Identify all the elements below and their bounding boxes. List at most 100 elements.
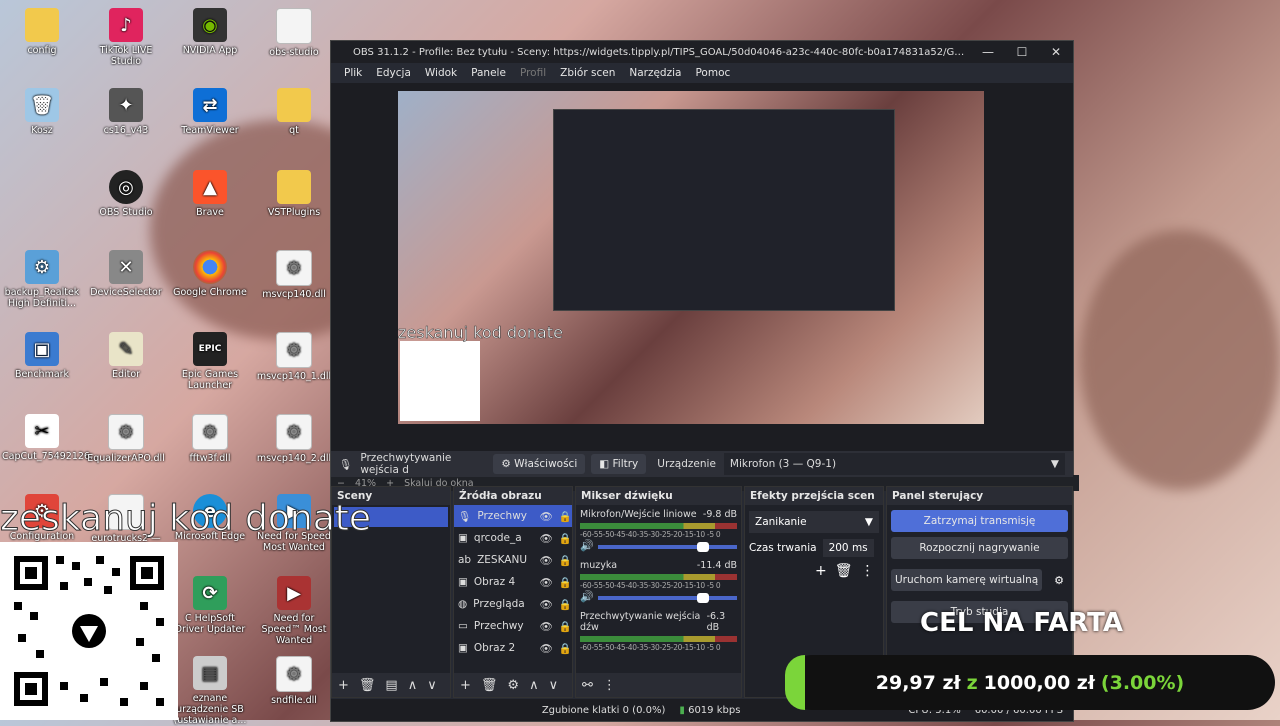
menu-file[interactable]: Plik xyxy=(337,67,369,79)
desktop-icon-teamviewer[interactable]: ⇄ TeamViewer xyxy=(170,88,250,136)
volume-slider[interactable] xyxy=(597,593,737,603)
gear-icon[interactable]: ⚙ xyxy=(507,678,519,693)
desktop-icon-recycle-bin[interactable]: 🗑 Kosz xyxy=(2,88,82,136)
close-icon[interactable]: ✕ xyxy=(1039,45,1073,59)
desktop-icon-editor[interactable]: ✎ Editor xyxy=(86,332,166,380)
microphone-icon: 🎙 xyxy=(339,458,353,471)
dll-file-icon: ⚙ xyxy=(276,332,312,368)
desktop-icon-equalizerapo[interactable]: ⚙ EqualizerAPO.dll xyxy=(86,414,166,464)
desktop-icon-cs16[interactable]: ✦ cs16_v43 xyxy=(86,88,166,136)
chevron-up-icon[interactable]: ∧ xyxy=(529,678,539,693)
source-item[interactable]: ▭ Przechwy 👁 🔒 xyxy=(454,615,572,637)
link-icon[interactable]: ⚯ xyxy=(582,678,593,693)
menu-docks[interactable]: Panele xyxy=(464,67,513,79)
desktop-icon-msvcp140-2[interactable]: ⚙ msvcp140_2.dll xyxy=(254,414,334,464)
transition-select[interactable]: Zanikanie ▼ xyxy=(749,511,879,533)
lock-icon[interactable]: 🔒 xyxy=(559,510,572,523)
menu-tools[interactable]: Narzędzia xyxy=(622,67,688,79)
dll-file-icon: ⚙ xyxy=(192,414,228,450)
chevron-up-icon[interactable]: ∧ xyxy=(408,678,418,693)
desktop-icon-msvcp140[interactable]: ⚙ msvcp140.dll xyxy=(254,250,334,300)
lock-icon[interactable]: 🔒 xyxy=(559,576,572,589)
desktop-icon-vstplugins[interactable]: VSTPlugins xyxy=(254,170,334,218)
preview-area[interactable]: zeskanuj kod donate − 41% + Skaluj do ok… xyxy=(331,83,1079,491)
maximize-icon[interactable]: ☐ xyxy=(1005,45,1039,59)
desktop-icon-fftw3f[interactable]: ⚙ fftw3f.dll xyxy=(170,414,250,464)
lock-icon[interactable]: 🔒 xyxy=(559,554,572,567)
menu-help[interactable]: Pomoc xyxy=(688,67,737,79)
desktop-icon-epic[interactable]: EPIC Epic Games Launcher xyxy=(170,332,250,391)
device-select[interactable]: Mikrofon (3 — Q9-1) ▼ xyxy=(723,453,1065,475)
trash-icon[interactable]: 🗑 xyxy=(481,678,498,693)
minimize-icon[interactable]: — xyxy=(971,45,1005,59)
add-icon[interactable]: + xyxy=(460,678,471,693)
source-item[interactable]: ▣ Obraz 2 👁 🔒 xyxy=(454,637,572,659)
speaker-icon[interactable]: 🔊 xyxy=(580,590,594,603)
lock-icon[interactable]: 🔒 xyxy=(559,620,572,633)
desktop-icon-benchmark[interactable]: ▣ Benchmark xyxy=(2,332,82,380)
source-item[interactable]: ▣ qrcode_a 👁 🔒 xyxy=(454,527,572,549)
desktop-icon-msvcp140-1[interactable]: ⚙ msvcp140_1.dll xyxy=(254,332,334,382)
desktop-icon-config[interactable]: config xyxy=(2,8,82,56)
properties-button[interactable]: ⚙ Właściwości xyxy=(493,454,586,474)
speaker-icon[interactable]: 🔊 xyxy=(580,539,594,552)
lock-icon[interactable]: 🔒 xyxy=(559,598,572,611)
source-item[interactable]: ◍ Przeglądа 👁 🔒 xyxy=(454,593,572,615)
desktop-icon-nvidia[interactable]: ◉ NVIDIA App xyxy=(170,8,250,56)
menu-edit[interactable]: Edycja xyxy=(369,67,418,79)
lock-icon[interactable]: 🔒 xyxy=(559,532,572,545)
stop-streaming-button[interactable]: Zatrzymaj transmisję xyxy=(891,510,1068,532)
desktop-icon-tiktok[interactable]: ♪ TikTok LIVE Studio xyxy=(86,8,166,67)
desktop-icon-qt[interactable]: qt xyxy=(254,88,334,136)
desktop-icon-brave[interactable]: ▲ Brave xyxy=(170,170,250,218)
desktop-icon-deviceselector[interactable]: ✕ DeviceSelector xyxy=(86,250,166,298)
eye-icon[interactable]: 👁 xyxy=(540,598,553,611)
scenes-toolbar: + 🗑 ▤ ∧ ∨ xyxy=(332,673,450,697)
filter-icon[interactable]: ▤ xyxy=(385,678,397,693)
eye-icon[interactable]: 👁 xyxy=(540,532,553,545)
eye-icon[interactable]: 👁 xyxy=(540,510,553,523)
desktop-icon-helpsoft[interactable]: ⟳ C HelpSoft Driver Updater xyxy=(170,576,250,635)
goal-current: 29,97 zł xyxy=(875,671,961,694)
trash-icon[interactable]: 🗑 xyxy=(835,563,853,579)
menu-scene-collection[interactable]: Zbiór scen xyxy=(553,67,622,79)
desktop-icon-backup-realtek[interactable]: ⚙ backup_Realtek High Definiti... xyxy=(2,250,82,309)
mixer-toolbar: ⚯ ⋮ xyxy=(576,673,741,697)
desktop-icon-sndfile[interactable]: ⚙ sndfile.dll xyxy=(254,656,334,706)
source-item[interactable]: ▣ Obraz 4 👁 🔒 xyxy=(454,571,572,593)
chrome-icon xyxy=(193,250,227,284)
desktop-icon-capcut[interactable]: ✂ CapCut_75492126... xyxy=(2,414,99,462)
add-icon[interactable]: + xyxy=(338,678,349,693)
source-item[interactable]: ab ZESKANU 👁 🔒 xyxy=(454,549,572,571)
chevron-down-icon[interactable]: ∨ xyxy=(549,678,559,693)
eye-icon[interactable]: 👁 xyxy=(540,620,553,633)
volume-meter xyxy=(580,636,737,642)
filters-button[interactable]: ◧ Filtry xyxy=(591,454,647,474)
eye-icon[interactable]: 👁 xyxy=(540,554,553,567)
chevron-down-icon[interactable]: ∨ xyxy=(427,678,437,693)
recycle-bin-icon: 🗑 xyxy=(25,88,59,122)
duration-input[interactable]: 200 ms xyxy=(822,539,874,557)
lock-icon[interactable]: 🔒 xyxy=(559,642,572,655)
add-icon[interactable]: + xyxy=(815,563,827,579)
dll-file-icon: ⚙ xyxy=(276,656,312,692)
eye-icon[interactable]: 👁 xyxy=(540,576,553,589)
sources-toolbar: + 🗑 ⚙ ∧ ∨ xyxy=(454,673,572,697)
desktop-icon-chrome[interactable]: Google Chrome xyxy=(170,250,250,298)
source-item[interactable]: 🎙 Przechwy 👁 🔒 xyxy=(454,505,572,527)
desktop-icon-unknown-device[interactable]: ▤ eznane urządzenie SB (ustawianie a... xyxy=(170,656,250,726)
more-icon[interactable]: ⋮ xyxy=(861,563,875,579)
desktop-icon-obs[interactable]: ◎ OBS Studio xyxy=(86,170,166,218)
desktop-icon-nfs2[interactable]: ▶ Need for Speed™ Most Wanted xyxy=(254,576,334,646)
menu-view[interactable]: Widok xyxy=(418,67,464,79)
trash-icon[interactable]: 🗑 xyxy=(359,678,376,693)
menu-profile[interactable]: Profil xyxy=(513,67,553,79)
virtual-camera-button[interactable]: Uruchom kamerę wirtualną xyxy=(891,569,1043,591)
gear-icon[interactable]: ⚙ xyxy=(1046,574,1072,587)
desktop-icon-obs-studio-folder[interactable]: obs-studio xyxy=(254,8,334,58)
start-recording-button[interactable]: Rozpocznij nagrywanie xyxy=(891,537,1068,559)
eye-icon[interactable]: 👁 xyxy=(540,642,553,655)
more-icon[interactable]: ⋮ xyxy=(603,678,616,693)
goal-separator: z xyxy=(966,671,978,694)
volume-slider[interactable] xyxy=(597,542,737,552)
